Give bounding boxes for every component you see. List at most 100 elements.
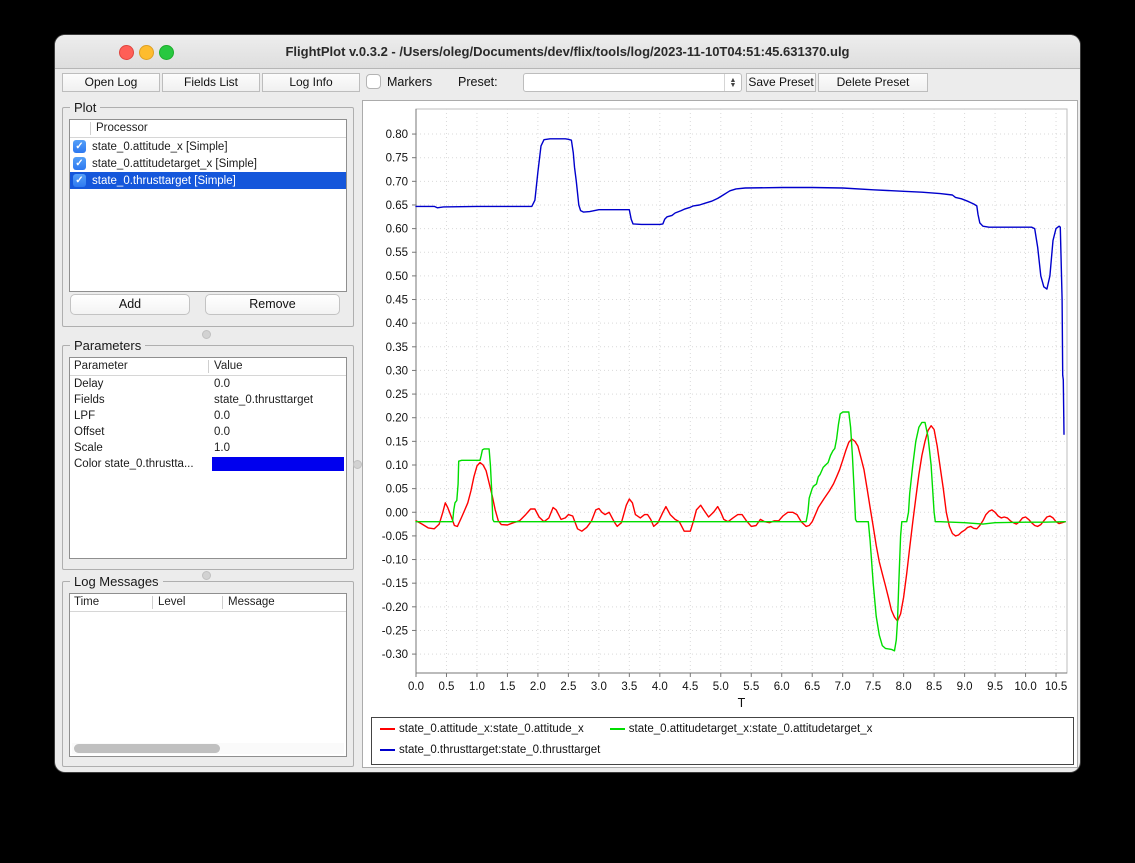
svg-text:6.0: 6.0 xyxy=(774,681,790,693)
combo-stepper-icon[interactable]: ▲▼ xyxy=(724,74,741,91)
svg-text:10.5: 10.5 xyxy=(1045,681,1067,693)
parameter-row[interactable]: Offset0.0 xyxy=(70,424,346,440)
parameters-group: Parameters Parameter Value Delay0.0Field… xyxy=(62,345,354,570)
scrollbar-thumb[interactable] xyxy=(74,744,220,753)
parameter-value[interactable]: 0.0 xyxy=(212,408,346,424)
legend-item: state_0.attitudetarget_x:state_0.attitud… xyxy=(610,723,873,735)
parameter-row[interactable]: Scale1.0 xyxy=(70,440,346,456)
zoom-window-button[interactable] xyxy=(159,45,174,60)
row-checkbox-icon[interactable]: ✓ xyxy=(73,157,86,170)
parameter-column-header: Parameter xyxy=(74,358,128,375)
svg-text:3.0: 3.0 xyxy=(591,681,607,693)
legend-item: state_0.attitude_x:state_0.attitude_x xyxy=(380,723,584,735)
splitter-handle[interactable] xyxy=(353,460,362,469)
save-preset-button[interactable]: Save Preset xyxy=(746,73,816,92)
svg-text:0.25: 0.25 xyxy=(386,389,408,401)
row-label: state_0.thrusttarget [Simple] xyxy=(92,175,236,187)
svg-text:0.80: 0.80 xyxy=(386,129,408,141)
svg-text:5.5: 5.5 xyxy=(743,681,759,693)
splitter-handle[interactable] xyxy=(202,330,211,339)
markers-checkbox[interactable] xyxy=(366,74,381,89)
minimize-window-button[interactable] xyxy=(139,45,154,60)
svg-text:3.5: 3.5 xyxy=(621,681,637,693)
svg-text:-0.05: -0.05 xyxy=(382,531,408,543)
value-column-header: Value xyxy=(214,358,243,375)
level-column-header: Level xyxy=(158,594,186,611)
log-messages-table[interactable]: Time Level Message xyxy=(69,593,347,757)
plot-list-row[interactable]: ✓ state_0.attitudetarget_x [Simple] xyxy=(70,155,346,172)
window-title: FlightPlot v.0.3.2 - /Users/oleg/Documen… xyxy=(185,35,950,68)
add-button[interactable]: Add xyxy=(70,294,190,315)
legend-label: state_0.thrusttarget:state_0.thrusttarge… xyxy=(399,744,600,756)
svg-text:1.5: 1.5 xyxy=(499,681,515,693)
svg-text:2.0: 2.0 xyxy=(530,681,546,693)
parameter-value[interactable]: state_0.thrusttarget xyxy=(212,392,346,408)
svg-text:-0.30: -0.30 xyxy=(382,649,408,661)
remove-button[interactable]: Remove xyxy=(205,294,340,315)
svg-text:0.65: 0.65 xyxy=(386,200,408,212)
svg-text:4.0: 4.0 xyxy=(652,681,668,693)
svg-text:0.60: 0.60 xyxy=(386,224,408,236)
title-bar[interactable]: FlightPlot v.0.3.2 - /Users/oleg/Documen… xyxy=(55,35,1080,69)
parameter-row[interactable]: LPF0.0 xyxy=(70,408,346,424)
row-label: state_0.attitude_x [Simple] xyxy=(92,141,228,153)
svg-text:-0.15: -0.15 xyxy=(382,578,408,590)
parameter-row[interactable]: Color state_0.thrustta... xyxy=(70,456,346,472)
parameter-row[interactable]: Fieldsstate_0.thrusttarget xyxy=(70,392,346,408)
parameter-name: Fields xyxy=(70,392,212,408)
fields-list-button[interactable]: Fields List xyxy=(162,73,260,92)
svg-text:7.0: 7.0 xyxy=(835,681,851,693)
flightplot-window: FlightPlot v.0.3.2 - /Users/oleg/Documen… xyxy=(55,35,1080,772)
delete-preset-button[interactable]: Delete Preset xyxy=(818,73,928,92)
log-info-button[interactable]: Log Info xyxy=(262,73,360,92)
log-messages-group: Log Messages Time Level Message xyxy=(62,581,354,767)
close-window-button[interactable] xyxy=(119,45,134,60)
flight-plot-chart[interactable]: 0.800.750.700.650.600.550.500.450.400.35… xyxy=(363,101,1077,715)
svg-text:T: T xyxy=(738,696,746,710)
row-checkbox-icon[interactable]: ✓ xyxy=(73,174,86,187)
plot-list-row[interactable]: ✓ state_0.thrusttarget [Simple] xyxy=(70,172,346,189)
processor-list[interactable]: Processor ✓ state_0.attitude_x [Simple] ✓ s… xyxy=(69,119,347,292)
legend-line-swatch xyxy=(380,728,395,730)
parameters-table[interactable]: Parameter Value Delay0.0Fieldsstate_0.th… xyxy=(69,357,347,559)
header-divider xyxy=(90,122,91,135)
svg-text:9.0: 9.0 xyxy=(957,681,973,693)
preset-label: Preset: xyxy=(458,73,498,92)
screenshot-stage: FlightPlot v.0.3.2 - /Users/oleg/Documen… xyxy=(0,0,1135,863)
row-checkbox-icon[interactable]: ✓ xyxy=(73,140,86,153)
vertical-splitter[interactable] xyxy=(352,100,362,768)
parameter-name: Scale xyxy=(70,440,212,456)
plot-list-row[interactable]: ✓ state_0.attitude_x [Simple] xyxy=(70,138,346,155)
parameter-row[interactable]: Delay0.0 xyxy=(70,376,346,392)
parameter-name: Color state_0.thrustta... xyxy=(70,456,212,472)
svg-text:10.0: 10.0 xyxy=(1014,681,1036,693)
svg-text:9.5: 9.5 xyxy=(987,681,1003,693)
preset-combobox[interactable]: ▲▼ xyxy=(523,73,742,92)
svg-text:7.5: 7.5 xyxy=(865,681,881,693)
horizontal-scrollbar[interactable] xyxy=(72,743,344,754)
splitter-handle[interactable] xyxy=(202,571,211,580)
color-swatch[interactable] xyxy=(212,457,344,471)
svg-text:0.20: 0.20 xyxy=(386,413,408,425)
parameter-value[interactable]: 0.0 xyxy=(212,376,346,392)
chart-panel: 0.800.750.700.650.600.550.500.450.400.35… xyxy=(362,100,1078,768)
parameter-value[interactable]: 0.0 xyxy=(212,424,346,440)
svg-text:0.40: 0.40 xyxy=(386,318,408,330)
parameter-value[interactable]: 1.0 xyxy=(212,440,346,456)
markers-label: Markers xyxy=(387,73,432,92)
svg-text:0.0: 0.0 xyxy=(408,681,424,693)
svg-text:-0.10: -0.10 xyxy=(382,555,408,567)
processor-list-header: Processor xyxy=(70,120,346,138)
svg-text:0.5: 0.5 xyxy=(438,681,454,693)
log-messages-header: Time Level Message xyxy=(70,594,346,612)
svg-text:0.45: 0.45 xyxy=(386,295,408,307)
header-divider xyxy=(152,596,153,609)
row-label: state_0.attitudetarget_x [Simple] xyxy=(92,158,257,170)
legend-line-swatch xyxy=(610,728,625,730)
svg-text:2.5: 2.5 xyxy=(560,681,576,693)
svg-text:0.00: 0.00 xyxy=(386,507,408,519)
svg-text:0.50: 0.50 xyxy=(386,271,408,283)
svg-text:0.35: 0.35 xyxy=(386,342,408,354)
open-log-button[interactable]: Open Log xyxy=(62,73,160,92)
parameters-group-title: Parameters xyxy=(70,338,145,353)
